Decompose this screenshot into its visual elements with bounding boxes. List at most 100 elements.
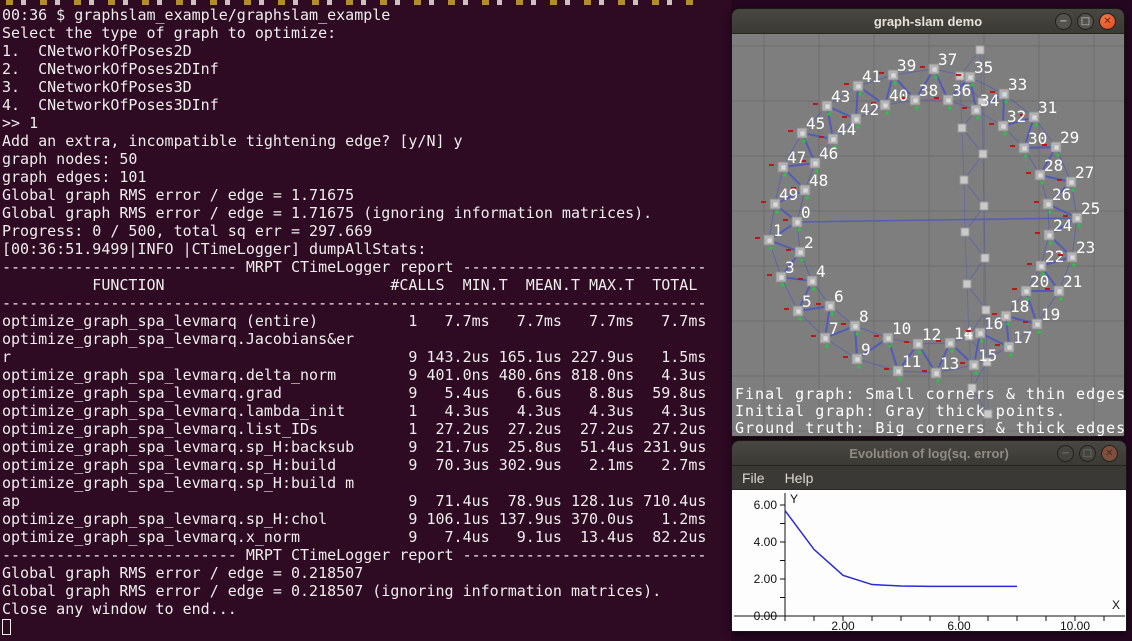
green-marker bbox=[856, 125, 859, 128]
green-marker bbox=[1072, 263, 1075, 266]
red-marker bbox=[842, 116, 847, 118]
minimize-button[interactable]: − bbox=[1055, 13, 1072, 30]
red-marker bbox=[1026, 172, 1031, 174]
minimize-icon: − bbox=[1061, 449, 1069, 459]
close-button[interactable]: ✕ bbox=[1101, 445, 1118, 462]
green-marker bbox=[1071, 188, 1074, 191]
node-label: 18 bbox=[1010, 297, 1029, 316]
graph-3d-viewport[interactable]: 0123456789101112131415161718192021222324… bbox=[732, 34, 1124, 437]
green-marker bbox=[1006, 322, 1009, 325]
terminal-line: optimize_graph_spa_levmarq.sp_H:chol 9 1… bbox=[2, 510, 706, 528]
green-marker bbox=[1026, 297, 1029, 300]
minimize-button[interactable]: − bbox=[1057, 445, 1074, 462]
close-icon: ✕ bbox=[1105, 449, 1113, 459]
node-label: 43 bbox=[831, 87, 850, 106]
graph-render: 0123456789101112131415161718192021222324… bbox=[732, 34, 1124, 437]
terminal-line: optimize_graph_spa_levmarq.grad 9 5.4us … bbox=[2, 384, 706, 402]
final-corner bbox=[1024, 289, 1029, 294]
terminal-line: 3. CNetworkOfPoses3D bbox=[2, 78, 706, 96]
node-label: 29 bbox=[1060, 128, 1079, 147]
red-marker bbox=[813, 103, 818, 105]
legend-initial-graph: Initial graph: Gray thick points. bbox=[735, 403, 1125, 420]
terminal-line: Close any window to end... bbox=[2, 600, 706, 618]
node-label: 39 bbox=[897, 56, 916, 75]
y-tick-label: 0.00 bbox=[754, 609, 778, 623]
initial-point bbox=[960, 176, 968, 184]
green-marker bbox=[1024, 154, 1027, 157]
node-label: 10 bbox=[892, 319, 911, 338]
final-corner bbox=[1002, 92, 1007, 97]
error-plot-viewport[interactable]: 2.006.0010.000.002.004.006.00YX bbox=[732, 490, 1126, 631]
red-marker bbox=[798, 278, 803, 280]
close-button[interactable]: ✕ bbox=[1099, 13, 1116, 30]
legend-ground-truth: Ground truth: Big corners & thick edges bbox=[735, 420, 1125, 437]
final-corner bbox=[781, 165, 786, 170]
terminal-line: optimize_graph_spa_levmarq.lambda_init 1… bbox=[2, 402, 706, 420]
final-corner bbox=[853, 324, 858, 329]
node-label: 49 bbox=[779, 185, 798, 204]
terminal-output: 00:36 $ graphslam_example/graphslam_exam… bbox=[2, 6, 706, 618]
node-label: 36 bbox=[952, 81, 971, 100]
node-label: 47 bbox=[787, 148, 806, 167]
terminal-line: 00:36 $ graphslam_example/graphslam_exam… bbox=[2, 6, 706, 24]
terminal-line: 1. CNetworkOfPoses2D bbox=[2, 42, 706, 60]
final-corner bbox=[779, 275, 784, 280]
terminal-line: graph edges: 101 bbox=[2, 168, 706, 186]
red-marker bbox=[769, 164, 774, 166]
x-tick-label: 2.00 bbox=[831, 619, 855, 631]
green-marker bbox=[934, 75, 937, 78]
red-marker bbox=[844, 83, 849, 85]
green-marker bbox=[1041, 272, 1044, 275]
green-marker bbox=[1048, 210, 1051, 213]
green-marker bbox=[1003, 132, 1006, 135]
maximize-button[interactable]: □ bbox=[1077, 13, 1094, 30]
terminal-line: Global graph RMS error / edge = 0.218507 bbox=[2, 564, 706, 582]
close-icon: ✕ bbox=[1103, 17, 1111, 27]
final-corner bbox=[825, 104, 830, 109]
red-marker bbox=[786, 249, 791, 251]
y-tick-label: 6.00 bbox=[754, 498, 778, 512]
initial-edge bbox=[964, 180, 965, 232]
red-marker bbox=[1034, 201, 1039, 203]
node-label: 28 bbox=[1044, 156, 1063, 175]
plot-bg bbox=[732, 490, 1126, 631]
terminal-line: 2. CNetworkOfPoses2DInf bbox=[2, 60, 706, 78]
desktop: 00:36 $ graphslam_example/graphslam_exam… bbox=[0, 0, 1132, 641]
red-marker bbox=[761, 201, 766, 203]
final-corner bbox=[767, 238, 772, 243]
green-marker bbox=[893, 81, 896, 84]
menu-help[interactable]: Help bbox=[775, 466, 824, 490]
node-label: 6 bbox=[834, 287, 844, 306]
terminal-line: Progress: 0 / 500, total sq err = 297.66… bbox=[2, 222, 706, 240]
terminal-line: Global graph RMS error / edge = 1.71675 bbox=[2, 186, 706, 204]
green-marker bbox=[1040, 181, 1043, 184]
red-marker bbox=[874, 335, 879, 337]
maximize-button[interactable]: □ bbox=[1079, 445, 1096, 462]
red-marker bbox=[843, 356, 848, 358]
error-plot-titlebar[interactable]: Evolution of log(sq. error) − □ ✕ bbox=[732, 441, 1126, 466]
final-corner bbox=[855, 357, 860, 362]
final-corner bbox=[948, 341, 953, 346]
menu-file[interactable]: File bbox=[732, 466, 775, 490]
graphslam-titlebar[interactable]: graph-slam demo − □ ✕ bbox=[732, 9, 1124, 34]
x-axis-label: X bbox=[1112, 598, 1120, 612]
node-label: 38 bbox=[919, 81, 938, 100]
final-corner bbox=[1035, 322, 1040, 327]
initial-point bbox=[958, 124, 966, 132]
node-label: 42 bbox=[860, 100, 879, 119]
graph-legend: Final graph: Small corners & thin edges … bbox=[735, 386, 1125, 437]
initial-point bbox=[980, 202, 988, 210]
node-label: 35 bbox=[974, 58, 993, 77]
red-marker bbox=[884, 368, 889, 370]
terminal-window[interactable]: 00:36 $ graphslam_example/graphslam_exam… bbox=[0, 0, 731, 641]
red-marker bbox=[992, 313, 997, 315]
final-corner bbox=[974, 108, 979, 113]
terminal-line: ----------------------------------------… bbox=[2, 294, 706, 312]
red-marker bbox=[1057, 179, 1062, 181]
green-marker bbox=[855, 332, 858, 335]
red-marker bbox=[1045, 288, 1050, 290]
final-corner bbox=[913, 98, 918, 103]
green-marker bbox=[812, 287, 815, 290]
green-marker bbox=[769, 246, 772, 249]
green-marker bbox=[950, 349, 953, 352]
